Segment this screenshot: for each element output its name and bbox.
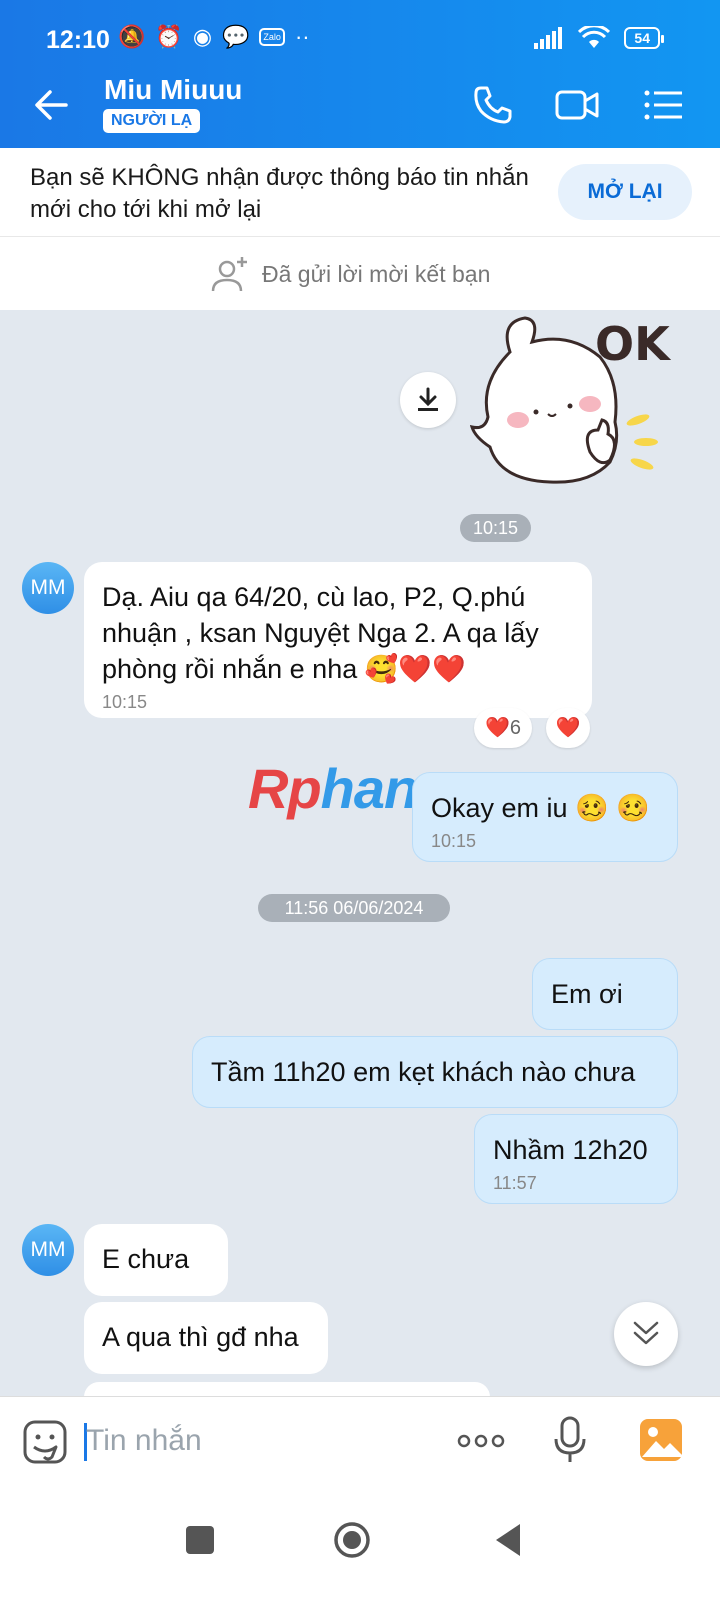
mute-notice: Bạn sẽ KHÔNG nhận được thông báo tin nhắ… (0, 148, 720, 236)
friend-request-text: Đã gửi lời mời kết bạn (262, 261, 491, 287)
notification-icons: 🔕 ⏰ ◉ 💬 Zalo ·· (118, 24, 310, 50)
heart-icon: ❤️ (555, 717, 581, 739)
date-separator: 11:56 06/06/2024 (258, 894, 450, 922)
system-icons: 54 (534, 26, 664, 50)
message-bubble-outgoing[interactable]: Okay em iu 🥴 🥴 10:15 (412, 772, 678, 862)
home-button[interactable] (332, 1520, 372, 1560)
message-text: E chưa (102, 1244, 190, 1274)
message-text: Tầm 11h20 em kẹt khách nào chưa (211, 1057, 636, 1087)
recent-apps-button[interactable] (180, 1520, 220, 1560)
back-nav-button[interactable] (490, 1520, 530, 1560)
messenger-icon: ◉ (192, 24, 213, 49)
double-chevron-down-icon (633, 1321, 659, 1345)
message-text: Nhầm 12h20 (493, 1135, 648, 1165)
message-bubble-incoming[interactable]: A qua thì gđ nha (84, 1302, 328, 1374)
dnd-icon: 🔕 (118, 24, 146, 49)
message-bubble-outgoing[interactable]: Tầm 11h20 em kẹt khách nào chưa (192, 1036, 678, 1108)
message-bubble-outgoing[interactable]: Nhầm 12h20 11:57 (474, 1114, 678, 1204)
back-button[interactable] (30, 84, 72, 126)
menu-button[interactable] (640, 82, 686, 128)
status-bar: 12:10 🔕 ⏰ ◉ 💬 Zalo ·· 54 (0, 0, 720, 62)
download-icon (418, 387, 438, 411)
contact-name[interactable]: Miu Miuuu (104, 74, 242, 106)
wifi-icon (578, 26, 611, 48)
chat-header: Miu Miuuu NGƯỜI LẠ (0, 62, 720, 148)
alarm-icon: ⏰ (155, 24, 183, 49)
time-separator: 10:15 (460, 514, 532, 542)
image-gallery-button[interactable] (638, 1417, 684, 1463)
download-button[interactable] (400, 372, 456, 428)
battery-indicator: 54 (624, 27, 664, 49)
message-input[interactable] (86, 1421, 426, 1461)
avatar[interactable]: MM (22, 1224, 74, 1276)
more-options-button[interactable] (456, 1427, 506, 1455)
status-time: 12:10 (46, 26, 110, 54)
ok-sticker[interactable]: OK (470, 312, 690, 502)
video-call-button[interactable] (554, 82, 600, 128)
call-button[interactable] (470, 82, 516, 128)
system-nav-bar (0, 1484, 720, 1600)
message-text: A qua thì gđ nha (102, 1322, 299, 1352)
message-bubble-outgoing[interactable]: Em ơi (532, 958, 678, 1030)
scroll-to-bottom-button[interactable] (614, 1302, 678, 1366)
friend-request-bar: Đã gửi lời mời kết bạn (0, 236, 720, 310)
message-composer (0, 1396, 720, 1484)
message-bubble-incoming[interactable]: Dạ. Aiu qa 64/20, cù lao, P2, Q.phú nhuậ… (84, 562, 592, 718)
zalo-icon: Zalo (259, 28, 285, 46)
more-notifications-icon: ·· (294, 24, 310, 49)
reaction-count: 6 (509, 717, 522, 739)
microphone-button[interactable] (552, 1415, 588, 1465)
chat-icon: 💬 (222, 24, 250, 49)
avatar[interactable]: MM (22, 562, 74, 614)
heart-icon: ❤️ (484, 717, 510, 739)
signal-icon (534, 27, 563, 49)
notice-text: Bạn sẽ KHÔNG nhận được thông báo tin nhắ… (30, 164, 529, 223)
message-text: Dạ. Aiu qa 64/20, cù lao, P2, Q.phú nhuậ… (102, 582, 539, 684)
message-time: 10:15 (431, 831, 477, 851)
reaction-summary[interactable]: ❤️6 (474, 708, 532, 748)
message-time: 11:57 (493, 1173, 537, 1193)
sticker-emoji-button[interactable] (22, 1419, 68, 1465)
reopen-button[interactable]: MỞ LẠI (558, 164, 692, 220)
add-friend-icon (211, 257, 247, 292)
message-bubble-incoming[interactable]: E chưa (84, 1224, 228, 1296)
react-button[interactable]: ❤️ (546, 708, 590, 748)
sticker-label: OK (595, 317, 672, 371)
message-text: Em ơi (551, 979, 623, 1009)
message-text: Okay em iu 🥴 🥴 (431, 793, 650, 823)
stranger-badge: NGƯỜI LẠ (103, 109, 201, 133)
